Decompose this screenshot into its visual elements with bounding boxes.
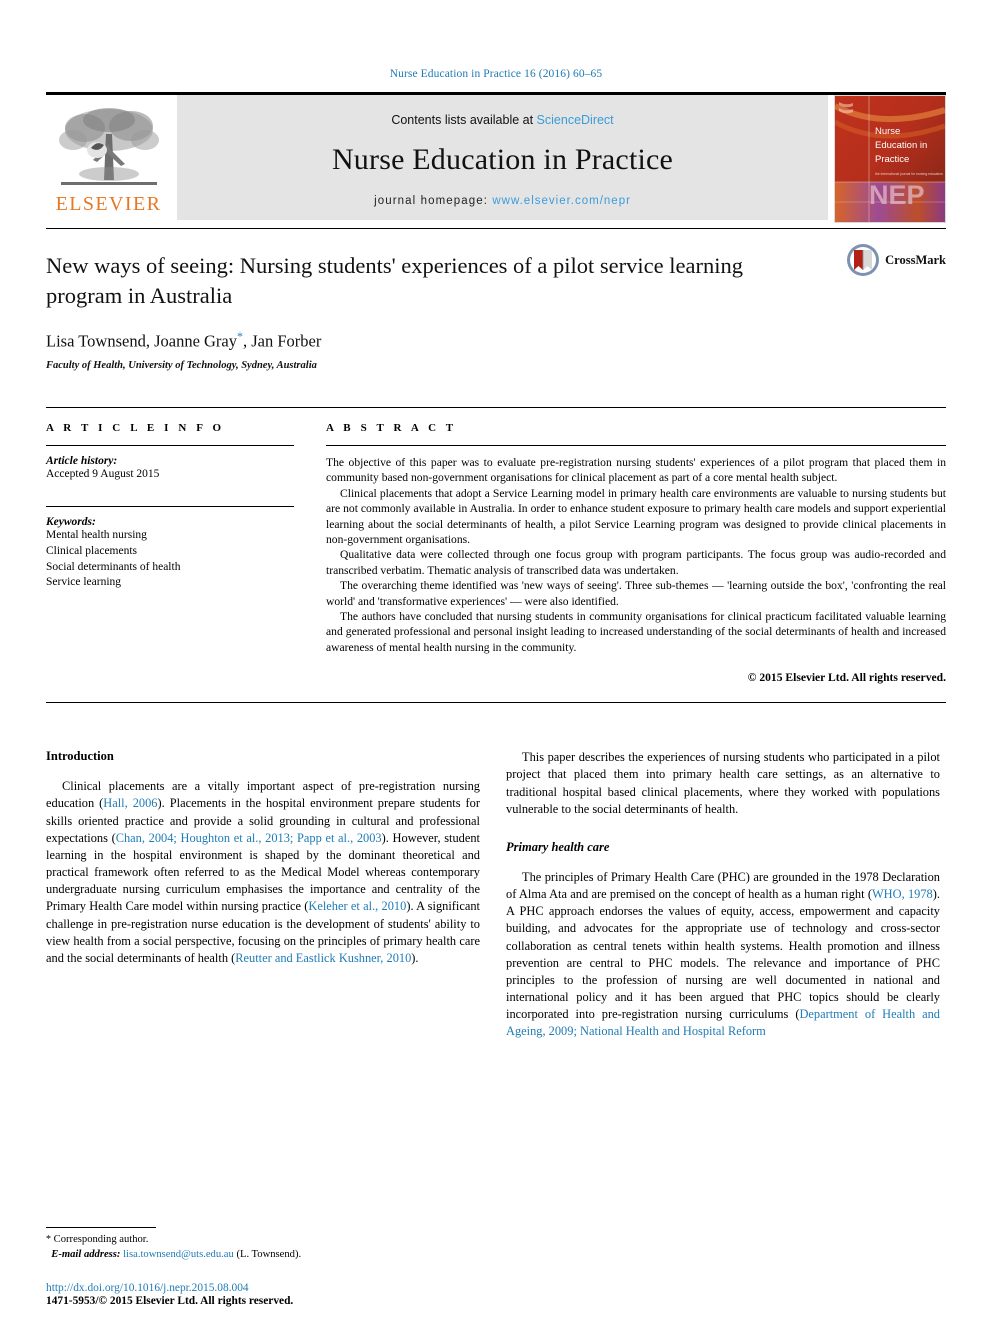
abstract-heading: A B S T R A C T — [326, 421, 457, 434]
email-link[interactable]: lisa.townsend@uts.edu.au — [123, 1249, 234, 1260]
title-block: CrossMark New ways of seeing: Nursing st… — [46, 229, 946, 371]
doi-link[interactable]: http://dx.doi.org/10.1016/j.nepr.2015.08… — [46, 1282, 486, 1294]
abstract-paragraph: The overarching theme identified was 'ne… — [326, 579, 946, 608]
body-paragraph: This paper describes the experiences of … — [506, 749, 940, 818]
article-info-rule — [46, 444, 294, 446]
homepage-prefix: journal homepage: — [374, 194, 493, 207]
sciencedirect-link[interactable]: ScienceDirect — [537, 113, 614, 127]
body-text: ). A PHC approach endorses the values of… — [506, 887, 940, 1022]
elsevier-logo: ELSEVIER — [46, 95, 171, 220]
abstract-bottom-rule — [46, 702, 946, 704]
email-note: E-mail address: lisa.townsend@uts.edu.au… — [46, 1248, 480, 1263]
abstract-column: A B S T R A C T The objective of this pa… — [312, 422, 946, 684]
elsevier-tree-icon — [58, 108, 159, 185]
journal-title: Nurse Education in Practice — [331, 142, 674, 176]
svg-text:NEP: NEP — [869, 180, 925, 210]
abstract-paragraph: The authors have concluded that nursing … — [326, 609, 946, 654]
contents-available-line: Contents lists available at ScienceDirec… — [391, 113, 613, 127]
keyword-item: Service learning — [46, 576, 122, 589]
keyword-item: Mental health nursing — [46, 528, 147, 541]
crossmark-label: CrossMark — [885, 252, 946, 267]
doi-block: http://dx.doi.org/10.1016/j.nepr.2015.08… — [46, 1282, 486, 1307]
abstract-paragraph: Clinical placements that adopt a Service… — [326, 486, 946, 546]
keyword-item: Clinical placements — [46, 544, 138, 557]
journal-banner-center: Contents lists available at ScienceDirec… — [177, 95, 828, 220]
author-names-tail: , Jan Forber — [243, 331, 322, 351]
email-label: E-mail address: — [51, 1249, 121, 1261]
body-column-left: Introduction Clinical placements are a v… — [46, 749, 480, 1040]
crossmark-badge[interactable]: CrossMark — [846, 243, 946, 277]
keywords-block: Keywords: Mental health nursing Clinical… — [46, 505, 294, 591]
cover-artwork: NEP Nurse Education in Practice the inte… — [835, 96, 945, 222]
keywords-label: Keywords: — [46, 515, 96, 528]
corresponding-author-text: Corresponding author. — [53, 1234, 149, 1246]
email-owner: (L. Townsend). — [236, 1249, 302, 1261]
keywords-rule — [46, 505, 294, 507]
section-heading-introduction: Introduction — [46, 749, 114, 764]
article-history-value: Accepted 9 August 2015 — [46, 467, 160, 480]
citation-link[interactable]: Keleher et al., 2010 — [308, 899, 406, 913]
cover-title-line3: Practice — [875, 154, 909, 165]
paper-page: Nurse Education in Practice 16 (2016) 60… — [0, 0, 992, 1323]
corresponding-author-note: * Corresponding author. — [46, 1233, 480, 1248]
citation-link[interactable]: WHO, 1978 — [872, 887, 933, 901]
footnote-block: * Corresponding author. E-mail address: … — [46, 1227, 480, 1263]
contents-prefix: Contents lists available at — [391, 112, 537, 127]
cover-title-line1: Nurse — [875, 126, 900, 137]
journal-banner: ELSEVIER Contents lists available at Sci… — [46, 92, 946, 223]
keyword-item: Social determinants of health — [46, 560, 181, 573]
running-head: Nurse Education in Practice 16 (2016) 60… — [389, 68, 603, 80]
article-info-heading: A R T I C L E I N F O — [46, 421, 225, 434]
affiliation: Faculty of Health, University of Technol… — [46, 359, 317, 371]
journal-cover-thumbnail: NEP Nurse Education in Practice the inte… — [834, 95, 946, 223]
body-text: ). — [411, 950, 419, 965]
article-info-column: A R T I C L E I N F O Article history: A… — [46, 422, 312, 684]
footnote-star: * — [46, 1234, 51, 1246]
abstract-rule — [326, 444, 946, 446]
footnote-rule — [46, 1227, 156, 1229]
journal-homepage-line: journal homepage: www.elsevier.com/nepr — [374, 195, 631, 207]
cover-title-line2: Education in — [875, 140, 927, 151]
subsection-heading-primary-health-care: Primary health care — [506, 839, 610, 854]
svg-text:the international journal for: the international journal for nursing ed… — [875, 172, 943, 176]
elsevier-wordmark: ELSEVIER — [55, 193, 162, 215]
issn-copyright-line: 1471-5953/© 2015 Elsevier Ltd. All right… — [46, 1295, 294, 1307]
body-paragraph: The principles of Primary Health Care (P… — [506, 869, 940, 1041]
journal-homepage-link[interactable]: www.elsevier.com/nepr — [492, 195, 631, 207]
citation-link[interactable]: Hall, 2006 — [103, 796, 157, 810]
body-columns: Introduction Clinical placements are a v… — [46, 749, 946, 1040]
copyright-line: © 2015 Elsevier Ltd. All rights reserved… — [747, 671, 946, 685]
author-names: Lisa Townsend, Joanne Gray — [46, 331, 237, 351]
crossmark-icon — [847, 244, 880, 276]
citation-link[interactable]: Reutter and Eastlick Kushner, 2010 — [235, 951, 411, 965]
citation-link[interactable]: Chan, 2004; Houghton et al., 2013; Papp … — [116, 831, 382, 845]
article-history-label: Article history: — [46, 454, 118, 467]
body-text: This paper describes the experiences of … — [506, 750, 940, 816]
body-paragraph: Clinical placements are a vitally import… — [46, 778, 480, 967]
abstract-paragraph: Qualitative data were collected through … — [326, 548, 946, 577]
author-list: Lisa Townsend, Joanne Gray*, Jan Forber — [46, 329, 946, 352]
abstract-paragraph: The objective of this paper was to evalu… — [326, 455, 946, 485]
page-title: New ways of seeing: Nursing students' ex… — [46, 253, 743, 308]
body-column-right: This paper describes the experiences of … — [506, 749, 940, 1040]
keywords-list: Mental health nursing Clinical placement… — [46, 528, 294, 591]
info-abstract-section: A R T I C L E I N F O Article history: A… — [46, 406, 946, 684]
